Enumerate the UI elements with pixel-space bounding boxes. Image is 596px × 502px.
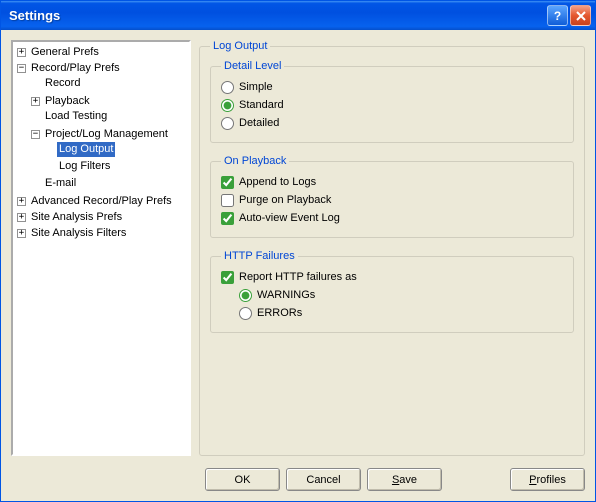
ok-button[interactable]: OK: [205, 468, 280, 491]
close-button[interactable]: [570, 5, 591, 26]
save-button[interactable]: Save: [367, 468, 442, 491]
right-panel: Log Output Detail Level Simple Standard …: [199, 40, 585, 456]
label-report-http: Report HTTP failures as: [239, 271, 357, 283]
radio-standard[interactable]: [221, 99, 234, 112]
detail-level-group: Detail Level Simple Standard Detailed: [210, 60, 574, 143]
tree-item-proj-log-mgmt[interactable]: −Project/Log Management: [31, 127, 170, 142]
label-append: Append to Logs: [239, 176, 316, 188]
tree-panel: + General Prefs − Record/Play Prefs Reco…: [11, 40, 191, 456]
tree-item-record[interactable]: Record: [31, 76, 82, 91]
on-playback-group: On Playback Append to Logs Purge on Play…: [210, 155, 574, 238]
check-append[interactable]: [221, 176, 234, 189]
log-output-group: Log Output Detail Level Simple Standard …: [199, 40, 585, 456]
label-detailed: Detailed: [239, 117, 279, 129]
window-title: Settings: [9, 8, 545, 23]
detail-level-legend: Detail Level: [221, 60, 284, 72]
settings-window: Settings ? + General Prefs −: [0, 0, 596, 502]
label-errors: ERRORs: [257, 307, 302, 319]
expand-icon[interactable]: +: [17, 229, 26, 238]
expand-icon[interactable]: +: [17, 48, 26, 57]
expand-icon[interactable]: +: [17, 213, 26, 222]
radio-simple[interactable]: [221, 81, 234, 94]
check-autoview[interactable]: [221, 212, 234, 225]
label-simple: Simple: [239, 81, 273, 93]
tree-item-site-analysis-filters[interactable]: +Site Analysis Filters: [17, 226, 128, 241]
tree-item-record-play-prefs[interactable]: − Record/Play Prefs: [17, 61, 122, 76]
radio-errors[interactable]: [239, 307, 252, 320]
label-purge: Purge on Playback: [239, 194, 331, 206]
tree-item-playback[interactable]: +Playback: [31, 94, 92, 109]
label-standard: Standard: [239, 99, 284, 111]
tree-item-load-testing[interactable]: Load Testing: [31, 109, 109, 124]
tree-item-log-output[interactable]: Log Output: [45, 142, 115, 157]
tree-item-general-prefs[interactable]: + General Prefs: [17, 45, 101, 60]
label-autoview: Auto-view Event Log: [239, 212, 340, 224]
titlebar: Settings ?: [1, 1, 595, 30]
help-button[interactable]: ?: [547, 5, 568, 26]
http-failures-legend: HTTP Failures: [221, 250, 298, 262]
check-purge[interactable]: [221, 194, 234, 207]
tree-item-site-analysis-prefs[interactable]: +Site Analysis Prefs: [17, 210, 124, 225]
expand-icon[interactable]: +: [17, 197, 26, 206]
radio-detailed[interactable]: [221, 117, 234, 130]
http-failures-group: HTTP Failures Report HTTP failures as WA…: [210, 250, 574, 333]
label-warnings: WARNINGs: [257, 289, 315, 301]
tree-item-email[interactable]: E-mail: [31, 176, 78, 191]
settings-tree[interactable]: + General Prefs − Record/Play Prefs Reco…: [13, 44, 189, 241]
check-report-http[interactable]: [221, 271, 234, 284]
tree-item-adv-record-play[interactable]: +Advanced Record/Play Prefs: [17, 194, 174, 209]
on-playback-legend: On Playback: [221, 155, 289, 167]
expand-icon[interactable]: +: [31, 97, 40, 106]
button-row: OK Cancel Save Profiles: [1, 462, 595, 501]
tree-item-log-filters[interactable]: Log Filters: [45, 159, 112, 174]
content-area: + General Prefs − Record/Play Prefs Reco…: [1, 30, 595, 462]
close-icon: [576, 11, 586, 21]
collapse-icon[interactable]: −: [31, 130, 40, 139]
radio-warnings[interactable]: [239, 289, 252, 302]
collapse-icon[interactable]: −: [17, 64, 26, 73]
profiles-button[interactable]: Profiles: [510, 468, 585, 491]
cancel-button[interactable]: Cancel: [286, 468, 361, 491]
panel-title: Log Output: [210, 40, 270, 52]
